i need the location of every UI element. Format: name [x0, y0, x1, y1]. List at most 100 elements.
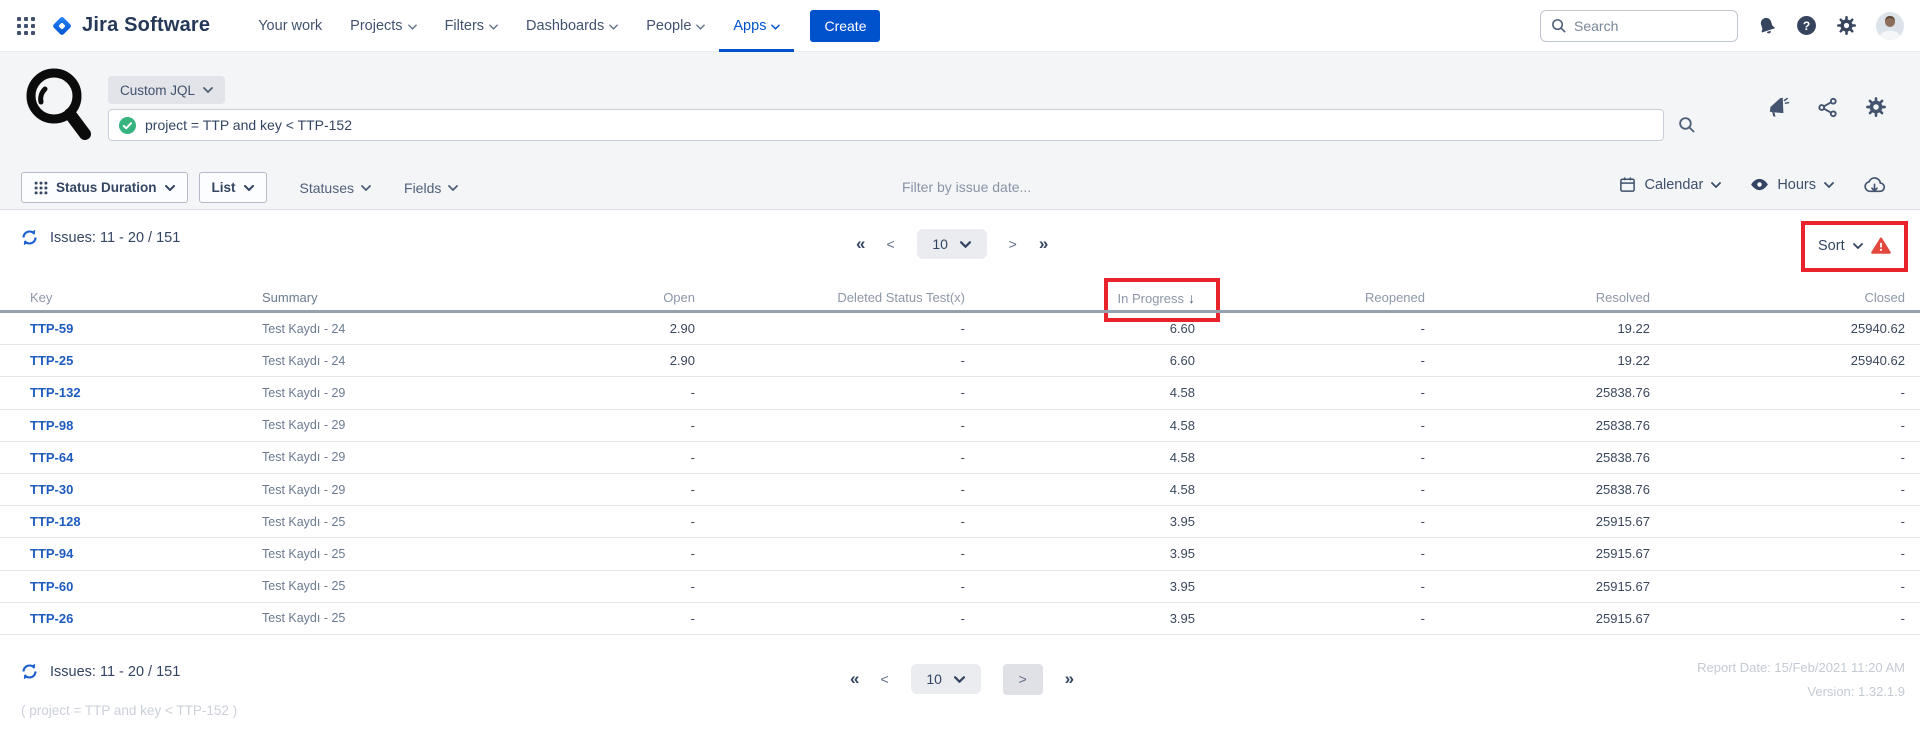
cell-resolved: 25915.67	[1425, 514, 1650, 529]
sort-label: Sort	[1818, 238, 1845, 254]
cell-closed: -	[1650, 450, 1905, 465]
jira-logo[interactable]: Jira Software	[50, 14, 210, 38]
issue-key-link[interactable]: TTP-25	[30, 353, 73, 368]
nav-item-apps[interactable]: Apps	[719, 0, 794, 52]
issue-key-link[interactable]: TTP-64	[30, 450, 73, 465]
first-page-button[interactable]: «	[850, 669, 858, 689]
issue-key-link[interactable]: TTP-98	[30, 418, 73, 433]
column-header-open[interactable]: Open	[512, 290, 695, 305]
nav-item-dashboards[interactable]: Dashboards	[512, 0, 632, 52]
table-row: TTP-94 Test Kaydı - 25 - - 3.95 - 25915.…	[0, 538, 1920, 570]
announcement-megaphone-icon[interactable]	[1766, 97, 1790, 118]
issue-summary: Test Kaydı - 29	[232, 450, 512, 464]
issue-key-link[interactable]: TTP-128	[30, 514, 81, 529]
issue-key-link[interactable]: TTP-60	[30, 579, 73, 594]
table-row: TTP-59 Test Kaydı - 24 2.90 - 6.60 - 19.…	[0, 313, 1920, 345]
cell-in-progress: 4.58	[965, 385, 1195, 400]
cell-in-progress: 6.60	[965, 353, 1195, 368]
calendar-dropdown[interactable]: Calendar	[1619, 176, 1721, 193]
issue-date-filter[interactable]: Filter by issue date...	[902, 179, 1031, 195]
cell-deleted-status: -	[695, 514, 965, 529]
cell-in-progress: 3.95	[965, 579, 1195, 594]
next-page-button[interactable]: >	[1003, 664, 1043, 695]
column-header-key[interactable]: Key	[0, 290, 232, 305]
in-progress-header-label: In Progress	[1118, 291, 1184, 306]
nav-item-label: Projects	[350, 18, 402, 34]
column-header-reopened[interactable]: Reopened	[1195, 290, 1425, 305]
search-input[interactable]	[1574, 18, 1727, 34]
table-row: TTP-60 Test Kaydı - 25 - - 3.95 - 25915.…	[0, 571, 1920, 603]
report-type-dropdown[interactable]: Status Duration	[21, 172, 188, 203]
cell-reopened: -	[1195, 482, 1425, 497]
jira-logo-icon	[50, 14, 74, 38]
statuses-label: Statuses	[300, 180, 354, 196]
view-type-dropdown[interactable]: List	[199, 172, 267, 203]
report-settings-gear-icon[interactable]	[1865, 96, 1887, 118]
export-cloud-icon[interactable]	[1863, 175, 1886, 194]
nav-item-label: Apps	[733, 18, 766, 34]
cell-resolved: 25838.76	[1425, 385, 1650, 400]
app-switcher-icon[interactable]	[16, 16, 36, 36]
sort-warning-icon[interactable]	[1871, 237, 1891, 254]
calendar-icon	[1619, 176, 1636, 193]
page-size-select[interactable]: 10	[917, 229, 987, 259]
refresh-icon[interactable]	[21, 229, 38, 246]
cell-deleted-status: -	[695, 353, 965, 368]
create-button[interactable]: Create	[810, 10, 880, 42]
run-query-search-icon[interactable]	[1678, 116, 1695, 138]
time-unit-dropdown[interactable]: Hours	[1750, 177, 1834, 193]
last-page-button[interactable]: »	[1039, 234, 1047, 254]
hours-label: Hours	[1777, 177, 1816, 193]
cell-deleted-status: -	[695, 418, 965, 433]
column-header-deleted-status[interactable]: Deleted Status Test(x)	[695, 290, 965, 305]
last-page-button[interactable]: »	[1065, 669, 1073, 689]
cell-in-progress: 4.58	[965, 482, 1195, 497]
settings-gear-icon[interactable]	[1836, 15, 1857, 36]
column-header-in-progress[interactable]: In Progress↓	[965, 290, 1195, 306]
prev-page-button[interactable]: <	[880, 671, 888, 687]
share-icon[interactable]	[1817, 97, 1838, 118]
cell-closed: 25940.62	[1650, 353, 1905, 368]
next-page-button[interactable]: >	[1009, 236, 1017, 252]
nav-item-people[interactable]: People	[632, 0, 719, 52]
report-content: Issues: 11 - 20 / 151 « < 10 > » Sort Ke…	[0, 210, 1920, 752]
user-avatar[interactable]	[1876, 12, 1904, 40]
sort-dropdown[interactable]: Sort	[1818, 237, 1891, 254]
jql-mode-dropdown[interactable]: Custom JQL	[108, 76, 225, 104]
issue-key-link[interactable]: TTP-132	[30, 385, 81, 400]
prev-page-button[interactable]: <	[886, 236, 894, 252]
page-size-select[interactable]: 10	[911, 664, 981, 694]
table-row: TTP-30 Test Kaydı - 29 - - 4.58 - 25838.…	[0, 474, 1920, 506]
issue-key-link[interactable]: TTP-59	[30, 321, 73, 336]
cell-reopened: -	[1195, 385, 1425, 400]
nav-item-projects[interactable]: Projects	[336, 0, 430, 52]
nav-item-filters[interactable]: Filters	[431, 0, 512, 52]
help-icon[interactable]: ?	[1796, 15, 1817, 36]
statuses-dropdown[interactable]: Statuses	[300, 180, 371, 196]
nav-item-your-work[interactable]: Your work	[244, 0, 336, 52]
notifications-bell-icon[interactable]	[1757, 16, 1777, 36]
cell-reopened: -	[1195, 514, 1425, 529]
column-header-summary[interactable]: Summary	[232, 290, 512, 305]
search-icon	[1551, 18, 1566, 33]
cell-deleted-status: -	[695, 321, 965, 336]
column-header-closed[interactable]: Closed	[1650, 290, 1905, 305]
fields-dropdown[interactable]: Fields	[404, 180, 458, 196]
issue-key-link[interactable]: TTP-30	[30, 482, 73, 497]
refresh-icon[interactable]	[21, 663, 38, 680]
first-page-button[interactable]: «	[856, 234, 864, 254]
issue-summary: Test Kaydı - 25	[232, 579, 512, 593]
jql-query-input[interactable]: project = TTP and key < TTP-152	[108, 109, 1664, 141]
issue-summary: Test Kaydı - 29	[232, 386, 512, 400]
query-panel: Custom JQL project = TTP and key < TTP-1…	[0, 52, 1920, 210]
cell-deleted-status: -	[695, 611, 965, 626]
issue-key-link[interactable]: TTP-26	[30, 611, 73, 626]
page-size-value: 10	[926, 671, 942, 687]
global-search[interactable]	[1540, 10, 1738, 42]
column-header-resolved[interactable]: Resolved	[1425, 290, 1650, 305]
view-type-label: List	[212, 180, 236, 195]
cell-open: -	[512, 450, 695, 465]
report-toolbar: Status Duration List Statuses Fields Fil…	[0, 168, 1920, 209]
cell-open: 2.90	[512, 353, 695, 368]
issue-key-link[interactable]: TTP-94	[30, 546, 73, 561]
